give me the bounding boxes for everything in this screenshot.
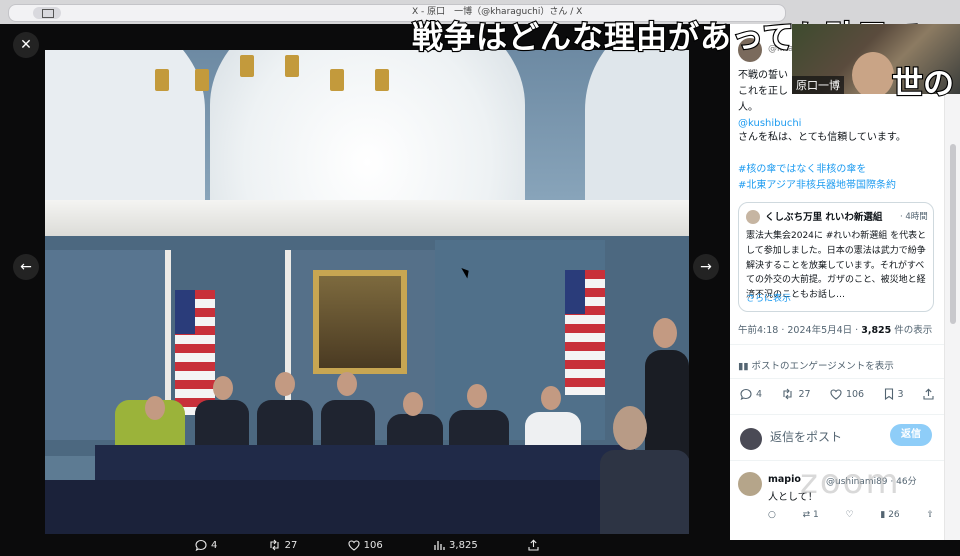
- photo-portrait-painting: [313, 270, 407, 374]
- hashtag-link[interactable]: #核の傘ではなく非核の傘を: [738, 162, 866, 178]
- reply-input[interactable]: 返信をポスト: [770, 428, 842, 445]
- media-action-bar: 4 27 106 3,825: [45, 534, 689, 556]
- reply-count: 4: [756, 388, 763, 400]
- reply-share-icon[interactable]: ⇧: [926, 510, 934, 520]
- reply-submit-button[interactable]: 返信: [890, 424, 932, 446]
- views-chart-icon: [434, 540, 445, 550]
- speaker-name-label: 原口一博: [792, 76, 844, 94]
- tab-icon[interactable]: [33, 7, 61, 19]
- headline-caption-continued: 世の: [891, 65, 955, 103]
- quoted-timestamp: · 4時間: [900, 212, 928, 222]
- reply-icon: [740, 388, 752, 400]
- photo-head: [541, 386, 561, 410]
- reply-views-button[interactable]: ▮ 26: [880, 510, 899, 520]
- like-count: 106: [845, 388, 865, 400]
- tweet-view-label: 件の表示: [891, 325, 933, 336]
- current-user-avatar: [740, 428, 762, 450]
- photo-head: [403, 392, 423, 416]
- photo-head: [467, 384, 487, 408]
- tweet-photo[interactable]: [45, 50, 689, 534]
- tweet-view-count: 3,825: [861, 325, 892, 336]
- reply-repost-button[interactable]: ⇄ 1: [803, 510, 819, 520]
- engagement-label: ポストのエンゲージメントを表示: [751, 361, 894, 372]
- tweet-text-line: 人。: [738, 102, 758, 113]
- previous-arrow-icon[interactable]: ←: [13, 254, 39, 280]
- tweet-timestamp[interactable]: 午前4:18 · 2024年5月4日 ·: [738, 325, 861, 336]
- reply-heart-icon[interactable]: ♡: [846, 510, 854, 520]
- reply-view-count: 26: [888, 510, 900, 520]
- hashtag-link[interactable]: #北東アジア非核兵器地帯国際条約: [738, 178, 896, 194]
- repost-count: 27: [798, 388, 811, 400]
- repost-icon: [270, 539, 279, 551]
- scrollbar-thumb[interactable]: [950, 144, 956, 324]
- reply-icon: [195, 539, 207, 551]
- photo-head: [613, 406, 647, 450]
- reply-button[interactable]: 4: [740, 388, 762, 400]
- media-viewer: ✕ ← → 4 27 106 3,825: [0, 24, 730, 551]
- bookmark-button[interactable]: 3: [884, 388, 904, 400]
- engagement-chart-icon: ▮▮: [738, 361, 749, 372]
- share-button[interactable]: [923, 388, 934, 400]
- quoted-author-name: くしぶち万里 れいわ新選組: [765, 212, 883, 223]
- quoted-tweet-card[interactable]: くしぶち万里 れいわ新選組 · 4時間 憲法大集会2024に #れいわ新選組 を…: [738, 202, 934, 312]
- tweet-text-line: これを正し: [738, 86, 788, 97]
- divider: [730, 414, 944, 415]
- repost-icon: [783, 388, 793, 400]
- view-engagement-link[interactable]: ▮▮ ポストのエンゲージメントを表示: [738, 358, 894, 372]
- heart-icon: [830, 388, 842, 400]
- photo-cornice: [45, 200, 689, 236]
- bookmark-count: 3: [897, 388, 904, 400]
- media-views-count: 3,825: [449, 539, 478, 551]
- reply-repost-count: 1: [813, 510, 819, 520]
- photo-table-front: [45, 480, 689, 534]
- reply-action-bar: ○ ⇄ 1 ♡ ▮ 26 ⇧: [768, 510, 934, 520]
- photo-chandelier: [155, 50, 415, 105]
- photo-head: [145, 396, 165, 420]
- media-like-count: 106: [363, 539, 383, 551]
- share-icon: [923, 388, 934, 400]
- divider: [730, 344, 944, 345]
- media-reply-button[interactable]: 4: [195, 539, 217, 551]
- reply-author-name[interactable]: mapio: [768, 474, 801, 485]
- photo-flag-right: [565, 270, 605, 395]
- media-share-button[interactable]: [528, 539, 539, 551]
- speaker-face: [852, 52, 894, 94]
- divider: [730, 460, 944, 461]
- photo-person: [321, 400, 375, 450]
- media-repost-count: 27: [284, 539, 298, 551]
- photo-arch-right: [585, 50, 689, 210]
- close-icon[interactable]: ✕: [13, 32, 39, 58]
- photo-head: [275, 372, 295, 396]
- like-button[interactable]: 106: [830, 388, 864, 400]
- photo-head: [213, 376, 233, 400]
- share-icon: [528, 539, 539, 551]
- photo-standing-person: [645, 350, 689, 460]
- photo-flag-left: [175, 290, 215, 415]
- media-views-button[interactable]: 3,825: [433, 540, 478, 551]
- show-more-link[interactable]: さらに表示: [746, 291, 791, 304]
- photo-person: [600, 450, 689, 534]
- repost-button[interactable]: 27: [781, 388, 811, 400]
- reply-author-avatar[interactable]: [738, 472, 762, 496]
- divider: [730, 378, 944, 379]
- heart-icon: [348, 539, 360, 551]
- media-reply-count: 4: [211, 539, 218, 551]
- tweet-action-bar: 4 27 106 3: [740, 388, 934, 400]
- quoted-author-avatar: [746, 210, 760, 224]
- photo-head: [653, 318, 677, 348]
- next-arrow-icon[interactable]: →: [693, 254, 719, 280]
- media-like-button[interactable]: 106: [348, 540, 383, 551]
- media-repost-button[interactable]: 27: [268, 539, 298, 551]
- reply-reply-icon[interactable]: ○: [768, 510, 776, 520]
- photo-person: [257, 400, 313, 450]
- photo-person: [195, 400, 249, 450]
- bookmark-icon: [884, 388, 893, 400]
- zoom-watermark: zoom: [800, 462, 901, 502]
- photo-head: [337, 372, 357, 396]
- tweet-metadata: 午前4:18 · 2024年5月4日 · 3,825 件の表示: [738, 322, 932, 336]
- tweet-text-line: 不戦の誓い: [738, 70, 788, 81]
- tweet-text-line: さんを私は、とても信頼しています。: [738, 132, 906, 143]
